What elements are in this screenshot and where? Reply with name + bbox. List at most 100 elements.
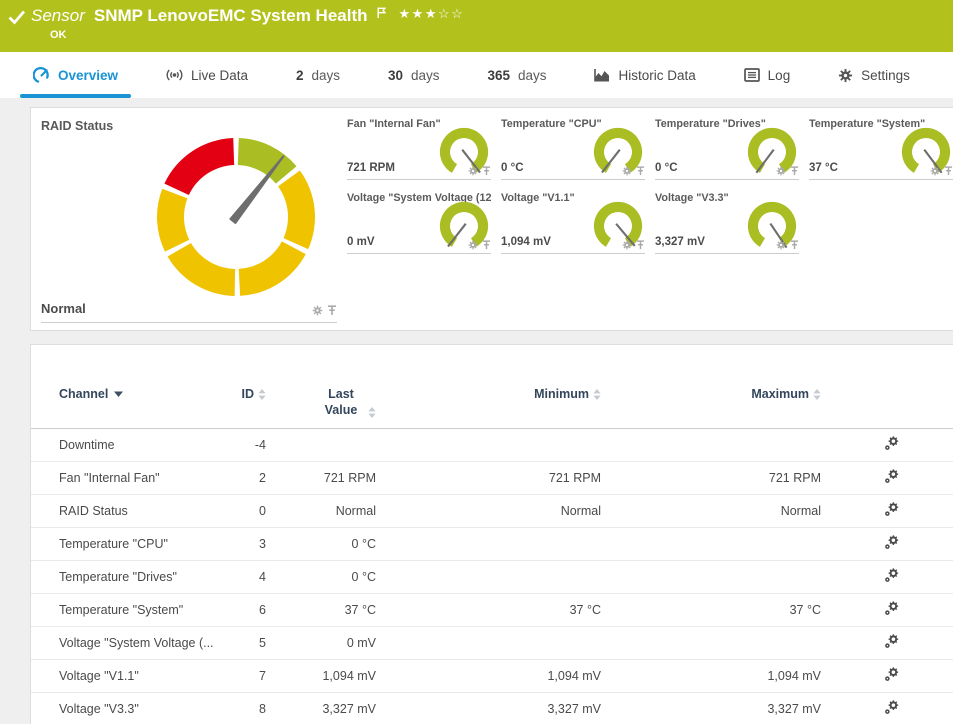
- column-header-last-value[interactable]: Last Value: [266, 387, 376, 418]
- column-header-maximum[interactable]: Maximum: [601, 387, 821, 401]
- cell-last-value: 1,094 mV: [266, 669, 376, 683]
- sort-icon: [368, 407, 376, 418]
- column-header-channel[interactable]: Channel: [59, 387, 237, 401]
- pin-icon[interactable]: [636, 240, 645, 250]
- tab-settings[interactable]: Settings: [825, 52, 923, 98]
- edit-channel-icon[interactable]: [884, 634, 899, 649]
- tab-label: Historic Data: [618, 68, 695, 83]
- gauge-temperature-cpu: Temperature "CPU" 0 °C: [501, 118, 645, 180]
- tab-365-days[interactable]: 365 days: [474, 52, 559, 98]
- table-row-voltage-system[interactable]: Voltage "System Voltage (... 5 0 mV: [31, 627, 953, 660]
- mini-gauge-grid: Fan "Internal Fan" 721 RPM Temperature "…: [347, 118, 953, 254]
- table-row-voltage-v3-3[interactable]: Voltage "V3.3" 8 3,327 mV 3,327 mV 3,327…: [31, 693, 953, 724]
- flag-icon[interactable]: [377, 7, 386, 19]
- stars-filled: ★★★: [399, 6, 438, 21]
- pin-icon[interactable]: [790, 166, 799, 176]
- table-row-raid-status[interactable]: RAID Status 0 Normal Normal Normal: [31, 495, 953, 528]
- gear-icon[interactable]: [930, 166, 940, 176]
- pin-icon[interactable]: [482, 240, 491, 250]
- cell-minimum: 1,094 mV: [376, 669, 601, 683]
- pin-icon[interactable]: [790, 240, 799, 250]
- column-label: Minimum: [534, 387, 589, 401]
- tab-label: days: [311, 68, 340, 83]
- cell-minimum: 37 °C: [376, 603, 601, 617]
- cell-channel: Temperature "Drives": [59, 570, 237, 584]
- cell-maximum: 1,094 mV: [601, 669, 821, 683]
- gear-icon[interactable]: [468, 240, 478, 250]
- sort-icon: [258, 389, 266, 400]
- table-row-downtime[interactable]: Downtime -4: [31, 429, 953, 462]
- tab-label: Live Data: [191, 68, 248, 83]
- cell-id: 0: [237, 504, 266, 518]
- pin-icon[interactable]: [636, 166, 645, 176]
- edit-channel-icon[interactable]: [884, 535, 899, 550]
- edit-channel-icon[interactable]: [884, 436, 899, 451]
- gear-icon[interactable]: [622, 240, 632, 250]
- raid-status-gauge: [151, 132, 321, 302]
- cell-minimum: 3,327 mV: [376, 702, 601, 716]
- table-row-fan-internal-fan[interactable]: Fan "Internal Fan" 2 721 RPM 721 RPM 721…: [31, 462, 953, 495]
- priority-rating[interactable]: ★★★☆☆: [399, 6, 465, 22]
- table-row-temperature-drives[interactable]: Temperature "Drives" 4 0 °C: [31, 561, 953, 594]
- table-row-temperature-system[interactable]: Temperature "System" 6 37 °C 37 °C 37 °C: [31, 594, 953, 627]
- cell-channel: Downtime: [59, 438, 237, 452]
- cell-id: 6: [237, 603, 266, 617]
- gauge-voltage-system: Voltage "System Voltage (12... 0 mV: [347, 192, 491, 254]
- cell-last-value: 0 °C: [266, 537, 376, 551]
- gauge-value: 721 RPM: [347, 162, 395, 174]
- cell-last-value: 3,327 mV: [266, 702, 376, 716]
- gear-icon[interactable]: [622, 166, 632, 176]
- cell-id: 7: [237, 669, 266, 683]
- cell-maximum: Normal: [601, 504, 821, 518]
- tab-log[interactable]: Log: [731, 52, 804, 98]
- pin-icon[interactable]: [944, 166, 953, 176]
- tab-label: days: [518, 68, 547, 83]
- tab-overview[interactable]: Overview: [20, 52, 131, 98]
- cell-last-value: 721 RPM: [266, 471, 376, 485]
- raid-gauge-value: Normal: [41, 301, 86, 316]
- primary-gauge-title: RAID Status: [41, 119, 113, 133]
- cell-channel: Temperature "System": [59, 603, 237, 617]
- column-header-minimum[interactable]: Minimum: [376, 387, 601, 401]
- tab-label: Settings: [861, 68, 910, 83]
- sorted-desc-icon: [114, 391, 123, 397]
- column-label: Last Value: [318, 387, 364, 418]
- gauge-voltage-v3-3: Voltage "V3.3" 3,327 mV: [655, 192, 799, 254]
- gear-icon[interactable]: [776, 166, 786, 176]
- edit-channel-icon[interactable]: [884, 502, 899, 517]
- sensor-header: Sensor SNMP LenovoEMC System Health ★★★☆…: [0, 0, 953, 52]
- settings-gear-icon: [838, 68, 853, 83]
- pin-icon[interactable]: [327, 305, 337, 316]
- cell-id: 8: [237, 702, 266, 716]
- tab-2-days[interactable]: 2 days: [283, 52, 353, 98]
- tab-historic-data[interactable]: Historic Data: [581, 52, 708, 98]
- cell-id: 5: [237, 636, 266, 650]
- page-title: SNMP LenovoEMC System Health: [94, 6, 368, 26]
- edit-channel-icon[interactable]: [884, 667, 899, 682]
- gear-icon[interactable]: [468, 166, 478, 176]
- pin-icon[interactable]: [482, 166, 491, 176]
- edit-channel-icon[interactable]: [884, 601, 899, 616]
- status-ok-check-icon: [8, 9, 26, 26]
- cell-maximum: 3,327 mV: [601, 702, 821, 716]
- gear-icon[interactable]: [312, 305, 323, 316]
- edit-channel-icon[interactable]: [884, 568, 899, 583]
- sensor-title-line: Sensor SNMP LenovoEMC System Health ★★★☆…: [31, 6, 464, 26]
- prtg-sensor-overview-page: Sensor SNMP LenovoEMC System Health ★★★☆…: [0, 0, 953, 724]
- sensor-tab-bar: Overview Live Data 2 days 30 days 365 da…: [0, 52, 953, 98]
- column-label: ID: [242, 387, 255, 401]
- tab-30-days[interactable]: 30 days: [375, 52, 453, 98]
- cell-channel: Temperature "CPU": [59, 537, 237, 551]
- table-row-voltage-v1-1[interactable]: Voltage "V1.1" 7 1,094 mV 1,094 mV 1,094…: [31, 660, 953, 693]
- table-row-temperature-cpu[interactable]: Temperature "CPU" 3 0 °C: [31, 528, 953, 561]
- tab-label: days: [411, 68, 440, 83]
- edit-channel-icon[interactable]: [884, 700, 899, 715]
- gear-icon[interactable]: [776, 240, 786, 250]
- gauge-value: 3,327 mV: [655, 236, 705, 248]
- tab-live-data[interactable]: Live Data: [153, 52, 261, 98]
- stars-empty: ☆☆: [438, 6, 464, 21]
- cell-id: -4: [237, 438, 266, 452]
- column-header-id[interactable]: ID: [237, 387, 266, 401]
- edit-channel-icon[interactable]: [884, 469, 899, 484]
- tab-number: 2: [296, 68, 304, 83]
